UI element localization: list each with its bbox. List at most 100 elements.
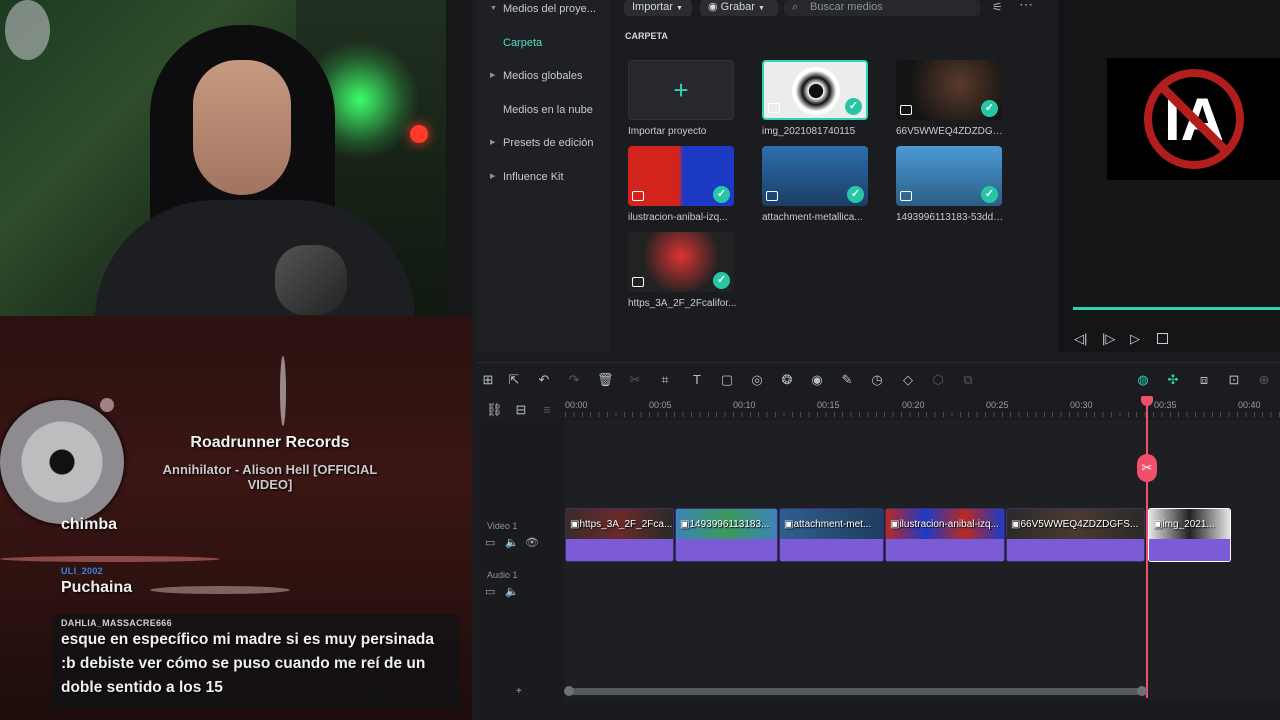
timeline-clip[interactable]: ▣ https_3A_2F_2Fca...: [565, 508, 674, 562]
media-item[interactable]: ✓ attachment-metallica...: [762, 146, 870, 223]
track-folder-icon[interactable]: ▭: [485, 536, 495, 549]
zoom-fit-icon[interactable]: ⊕: [1256, 372, 1272, 388]
effects-icon[interactable]: ❂: [779, 372, 795, 388]
sidebar-item-cloud-media[interactable]: Medios en la nube: [476, 98, 596, 122]
more-icon[interactable]: ⋯: [1019, 0, 1033, 13]
render-icon[interactable]: ⧈: [1196, 372, 1212, 388]
sidebar-item-folder[interactable]: Carpeta: [476, 31, 596, 55]
media-item[interactable]: ✓ https_3A_2F_2Fcalifor...: [628, 232, 736, 309]
webcam-feed: [0, 0, 446, 316]
expand-arrow-icon: ▶: [490, 72, 496, 79]
chat-message: DAHLIA_MASSACRE666 esque en específico m…: [52, 614, 460, 708]
redo-icon[interactable]: ↷: [566, 372, 582, 388]
select-tool-icon[interactable]: ⇱: [506, 372, 522, 388]
cut-icon[interactable]: ✂: [627, 372, 643, 388]
media-thumbnail: ✓: [896, 60, 1002, 120]
snap-icon[interactable]: ✣: [1165, 372, 1181, 388]
text-icon[interactable]: T: [689, 372, 705, 388]
crop-icon[interactable]: ⌗: [657, 372, 673, 388]
tick-label: 00:00: [565, 400, 588, 410]
media-item[interactable]: ✓ 1493996113183-53dd4...: [896, 146, 1006, 223]
group-icon[interactable]: ⧉: [960, 372, 976, 388]
track-settings-icon[interactable]: ≡: [539, 402, 555, 418]
previous-frame-icon[interactable]: ◁|: [1074, 331, 1087, 347]
preview-progress-bar[interactable]: [1073, 307, 1280, 310]
sidebar-item-global-media[interactable]: ▶ Medios globales: [476, 64, 596, 88]
check-icon: ✓: [713, 272, 730, 289]
sidebar-item-project-media[interactable]: ▼ Medios del proye...: [476, 0, 596, 21]
sidebar-item-edit-presets[interactable]: ▶ Presets de edición: [476, 131, 596, 155]
chat-message: ULI_2002 Puchaina: [61, 566, 132, 600]
timeline-clip-selected[interactable]: ▣ img_2021...: [1148, 508, 1231, 562]
search-input[interactable]: ⌕ Buscar medios: [784, 0, 980, 16]
expand-arrow-icon: ▼: [490, 5, 497, 12]
check-icon: ✓: [713, 186, 730, 203]
plus-icon: +: [628, 60, 734, 120]
scrollbar-handle-right[interactable]: [1137, 686, 1147, 696]
layout-icon[interactable]: ⊞: [480, 372, 496, 388]
tick-label: 00:30: [1070, 400, 1093, 410]
expand-arrow-icon: ▶: [490, 139, 496, 146]
playhead[interactable]: [1146, 398, 1148, 698]
ai-icon[interactable]: ◉: [809, 372, 825, 388]
timeline-ruler[interactable]: 00:00 00:05 00:10 00:15 00:20 00:25 00:3…: [565, 398, 1280, 418]
shape-icon[interactable]: ▢: [719, 372, 735, 388]
check-icon: ✓: [981, 186, 998, 203]
preview-frame: IA: [1107, 58, 1280, 180]
chat-message: chimba: [61, 513, 117, 537]
volume-icon[interactable]: 🔈: [505, 585, 519, 598]
no-ai-logo: IA: [1143, 69, 1244, 169]
scissors-icon[interactable]: ✂: [1137, 454, 1157, 482]
timeline-clip[interactable]: ▣ 1493996113183...: [675, 508, 778, 562]
now-playing-artist: Roadrunner Records: [190, 434, 350, 451]
check-icon: ✓: [845, 98, 862, 115]
play-icon[interactable]: ▷: [1130, 331, 1140, 347]
media-item[interactable]: ✓ 66V5WWEQ4ZDZDGFS...: [896, 60, 1006, 137]
speed-icon[interactable]: ◷: [869, 372, 885, 388]
ai-assistant-icon[interactable]: ◍: [1135, 372, 1151, 388]
media-thumbnail: ✓: [896, 146, 1002, 206]
next-frame-icon[interactable]: |▷: [1102, 331, 1115, 347]
image-icon: [900, 191, 912, 201]
filter-icon[interactable]: ⚟: [992, 0, 1003, 14]
tick-label: 00:25: [986, 400, 1009, 410]
volume-icon[interactable]: 🔈: [505, 536, 519, 549]
timeline-clip[interactable]: ▣ attachment-met...: [779, 508, 884, 562]
image-icon: [900, 105, 912, 115]
chat-text: chimba: [61, 516, 118, 533]
image-icon: [768, 103, 780, 113]
sidebar-item-influence-kit[interactable]: ▶ Influence Kit: [476, 165, 596, 189]
add-track-icon[interactable]: ⊟: [513, 402, 529, 418]
timeline-clip[interactable]: ▣ 66V5WWEQ4ZDZDGFS...: [1006, 508, 1145, 562]
check-icon: ✓: [981, 100, 998, 117]
timeline-clip[interactable]: ▣ ilustracion-anibal-izq...: [885, 508, 1005, 562]
microphone: [275, 245, 347, 315]
scrollbar-handle-left[interactable]: [564, 686, 574, 696]
stop-icon[interactable]: [1157, 333, 1168, 344]
snapshot-icon[interactable]: ⊡: [1226, 372, 1242, 388]
record-dropdown[interactable]: ◉ Grabar ▼: [700, 0, 778, 16]
import-dropdown[interactable]: Importar ▼: [624, 0, 692, 16]
edit-icon[interactable]: ✎: [839, 372, 855, 388]
add-icon[interactable]: +: [516, 686, 522, 697]
track-folder-icon[interactable]: ▭: [485, 585, 495, 598]
color-icon[interactable]: ◎: [749, 372, 765, 388]
import-project-card[interactable]: + Importar proyecto: [628, 60, 736, 137]
timeline-scrollbar[interactable]: [567, 688, 1145, 695]
mask-icon[interactable]: ⬡: [930, 372, 946, 388]
guitar-shape: [5, 0, 50, 60]
media-thumbnail: ✓: [762, 146, 868, 206]
now-playing-song: Annihilator - Alison Hell [OFFICIAL VIDE…: [162, 462, 378, 492]
tick-label: 00:05: [649, 400, 672, 410]
undo-icon[interactable]: ↶: [536, 372, 552, 388]
media-sidebar: ▼ Medios del proye... Carpeta ▶ Medios glo…: [476, 0, 610, 352]
tick-label: 00:35: [1154, 400, 1177, 410]
link-icon[interactable]: ⛓: [486, 402, 503, 418]
media-item[interactable]: ✓ ilustracion-anibal-izq...: [628, 146, 736, 223]
light-streak: [280, 356, 286, 426]
eye-icon[interactable]: 👁: [525, 536, 539, 549]
delete-icon[interactable]: 🗑: [597, 372, 614, 388]
vinyl-record-icon: [0, 400, 124, 524]
media-item[interactable]: ✓ img_2021081740115: [762, 60, 870, 137]
keyframe-icon[interactable]: ◇: [900, 372, 916, 388]
